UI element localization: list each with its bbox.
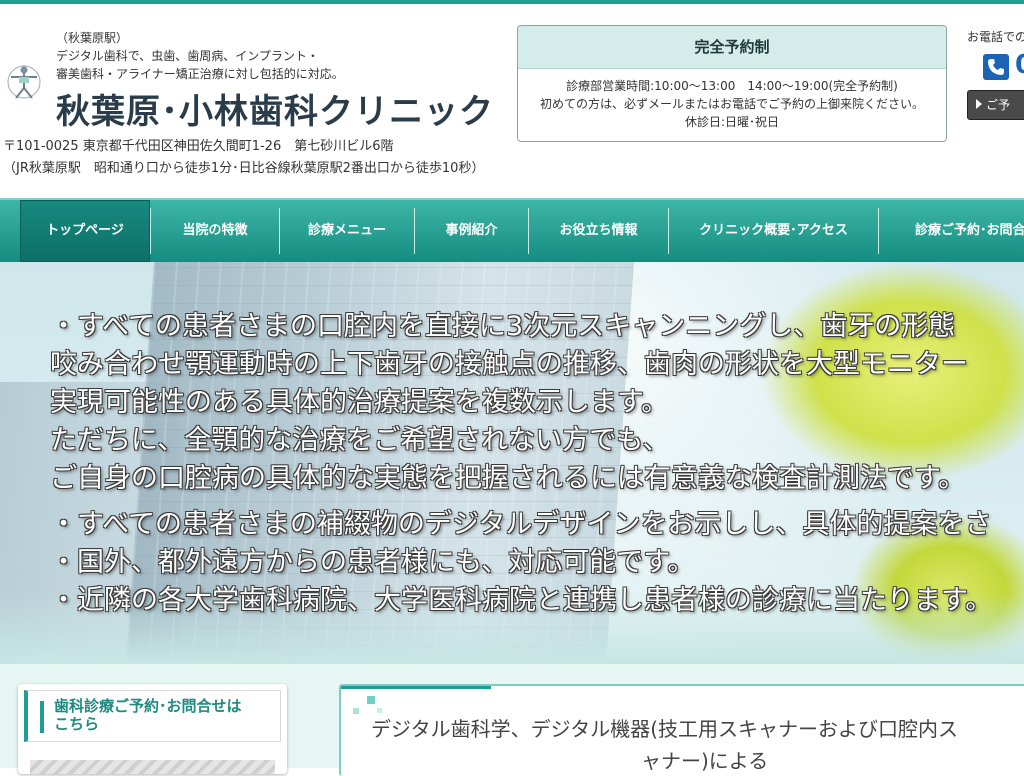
- sidebar-title-line1: 歯科診療ご予約･お問合せは: [54, 697, 242, 715]
- hero-line: 実現可能性のある具体的治療提案を複数示します。: [50, 387, 669, 418]
- clinic-address: 〒101-0025 東京都千代田区神田佐久間町1-26 第七砂川ビル6階 （JR…: [3, 136, 484, 180]
- sidebar-pattern: [30, 760, 275, 774]
- phone-number[interactable]: 0: [1015, 50, 1024, 80]
- main-box-accent: [341, 686, 491, 689]
- address-line: 〒101-0025 東京都千代田区神田佐久間町1-26 第七砂川ビル6階: [3, 139, 394, 154]
- sidebar-contact-box[interactable]: 歯科診療ご予約･お問合せは こちら: [18, 684, 287, 774]
- reservation-contact-button[interactable]: ご予: [967, 90, 1024, 120]
- main-heading-line1: デジタル歯科学、デジタル機器(技工用スキャナーおよび口腔内ス: [371, 717, 959, 741]
- tagline-line: デジタル歯科で、虫歯、歯周病、インプラント・: [56, 49, 319, 63]
- hero-message: ・すべての患者さまの口腔内を直接に3次元スキャンニングし、歯牙の形態 咬み合わせ…: [50, 308, 1024, 620]
- nav-item-reservation[interactable]: 診療ご予約･お問合: [879, 200, 1024, 262]
- phone-icon: [983, 54, 1009, 80]
- hero-line: 咬み合わせ顎運動時の上下歯牙の接触点の推移、歯肉の形状を大型モニター: [50, 349, 968, 380]
- main-navigation: トップページ 当院の特徴 診療メニュー 事例紹介 お役立ち情報 クリニック概要･…: [0, 198, 1024, 262]
- nav-item-features[interactable]: 当院の特徴: [151, 200, 279, 262]
- decor-square-icon: [353, 708, 359, 714]
- main-heading-line2: ャナー)による: [641, 749, 769, 773]
- arrow-right-icon: [976, 99, 982, 109]
- tagline-line: （秋葉原駅）: [56, 31, 129, 45]
- sidebar-title-line2: こちら: [54, 715, 100, 733]
- nav-item-access[interactable]: クリニック概要･アクセス: [669, 200, 878, 262]
- reservation-hours: 診療部営業時間:10:00～13:00 14:00～19:00(完全予約制): [566, 79, 898, 93]
- reservation-note: 初めての方は、必ずメールまたはお電話でご予約の上御来院ください。: [539, 97, 924, 111]
- decor-square-icon: [377, 708, 382, 713]
- clinic-tagline: （秋葉原駅） デジタル歯科で、虫歯、歯周病、インプラント・ 審美歯科・アライナー…: [56, 29, 344, 83]
- clinic-name-logo[interactable]: 秋葉原･小林歯科クリニック: [56, 84, 494, 133]
- reservation-contact-label: ご予: [986, 98, 1011, 112]
- main-content-box: デジタル歯科学、デジタル機器(技工用スキャナーおよび口腔内ス ャナー)による: [339, 684, 1024, 776]
- hero-banner: ・すべての患者さまの口腔内を直接に3次元スキャンニングし、歯牙の形態 咬み合わせ…: [0, 262, 1024, 664]
- reservation-info-box: 完全予約制 診療部営業時間:10:00～13:00 14:00～19:00(完全…: [517, 25, 947, 142]
- decor-square-icon: [367, 696, 375, 704]
- reservation-holidays: 休診日:日曜･祝日: [684, 115, 780, 129]
- reservation-title: 完全予約制: [518, 26, 946, 69]
- hero-line: ・すべての患者さまの口腔内を直接に3次元スキャンニングし、歯牙の形態: [50, 311, 956, 342]
- nav-item-menu[interactable]: 診療メニュー: [280, 200, 414, 262]
- title-accent-bar: [40, 701, 44, 733]
- hero-line: ・近隣の各大学歯科病院、大学医科病院と連携し患者様の診療に当たります。: [50, 585, 993, 616]
- hero-line: ご自身の口腔病の具体的な実態を把握されるには有意義な検査計測法です。: [50, 463, 966, 494]
- site-header: （秋葉原駅） デジタル歯科で、虫歯、歯周病、インプラント・ 審美歯科・アライナー…: [0, 4, 1024, 198]
- nav-item-info[interactable]: お役立ち情報: [529, 200, 668, 262]
- nav-item-cases[interactable]: 事例紹介: [415, 200, 528, 262]
- hero-line: ・国外、都外遠方からの患者様にも、対応可能です。: [50, 547, 695, 578]
- sidebar-contact-title[interactable]: 歯科診療ご予約･お問合せは こちら: [24, 690, 281, 742]
- hero-line: ただちに、全顎的な治療をご希望されない方でも、: [50, 425, 670, 456]
- hero-line: ・すべての患者さまの補綴物のデジタルデザインをお示しし、具体的提案をさ: [50, 509, 992, 540]
- tel-label: お電話での: [967, 30, 1024, 44]
- tagline-line: 審美歯科・アライナー矯正治療に対し包括的に対応。: [56, 67, 344, 81]
- logo-figure-icon[interactable]: [5, 62, 43, 102]
- nav-item-top[interactable]: トップページ: [20, 200, 150, 262]
- address-line: （JR秋葉原駅 昭和通り口から徒歩1分･日比谷線秋葉原駅2番出口から徒歩10秒）: [3, 161, 485, 176]
